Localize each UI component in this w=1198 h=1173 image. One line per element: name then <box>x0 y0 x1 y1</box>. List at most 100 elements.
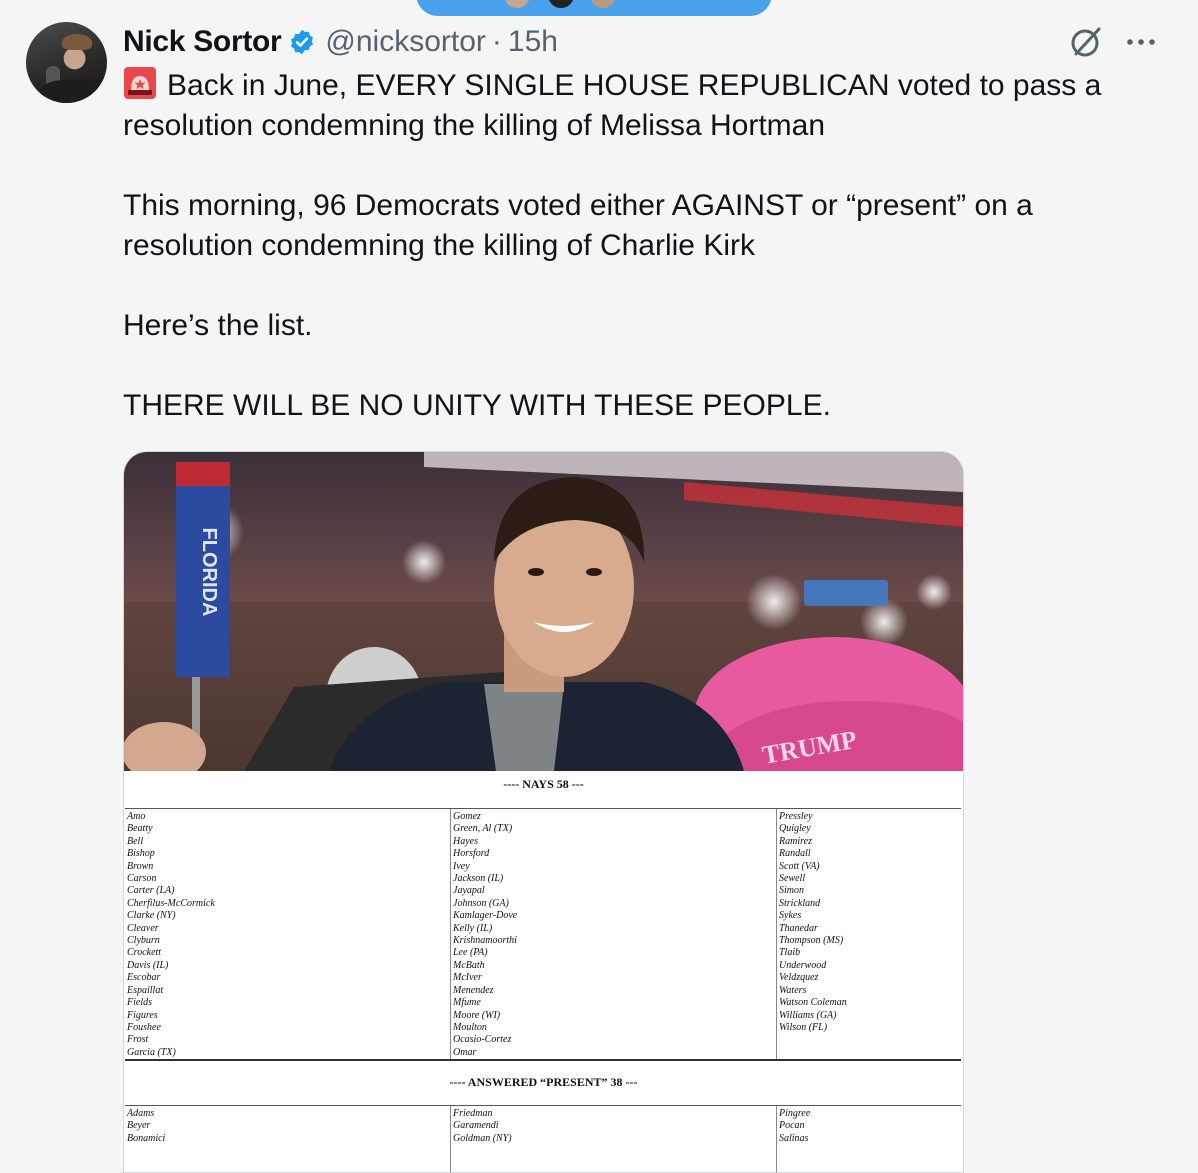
column-divider <box>776 809 777 1059</box>
member-name: Lee (PA) <box>453 947 488 959</box>
member-name: Horsford <box>453 848 490 860</box>
member-name: Ocasio-Cortez <box>453 1034 512 1046</box>
photo-charlie-kirk[interactable]: FLORIDA TRUMP <box>124 452 963 771</box>
member-name: Williams (GA) <box>779 1009 837 1021</box>
nays-column-1: Amo Beatty Bell Bishop Brown Carson Cart… <box>127 811 215 1059</box>
member-name: Sykes <box>779 910 802 922</box>
member-name: Frost <box>127 1034 149 1046</box>
member-name: Strickland <box>779 897 821 909</box>
member-name: Thompson (MS) <box>779 935 844 947</box>
member-name: Amo <box>127 811 146 822</box>
member-name: Fields <box>127 997 152 1009</box>
nays-column-2: Gomez Green, Al (TX) Hayes Horsford Ivey… <box>453 811 517 1059</box>
member-name: Salinas <box>779 1132 809 1144</box>
member-name: Beatty <box>127 823 153 835</box>
tweet-text: Back in June, EVERY SINGLE HOUSE REPUBLI… <box>123 66 1163 426</box>
member-name: Bonamici <box>127 1132 166 1144</box>
member-name: Ramirez <box>779 835 812 847</box>
vote-list-document: ---- NAYS 58 --- Amo Beatty Bell Bishop … <box>124 771 963 1172</box>
member-name: Pocan <box>779 1120 805 1132</box>
member-name: Garamendi <box>453 1120 499 1132</box>
member-name: Pingree <box>779 1108 811 1119</box>
member-name: Kelly (IL) <box>453 922 493 934</box>
tweet-line-2: This morning, 96 Democrats voted either … <box>123 189 1033 262</box>
post-time[interactable]: 15h <box>508 25 558 59</box>
member-name: McBath <box>453 959 485 971</box>
separator-dot: · <box>491 25 502 58</box>
grok-icon[interactable] <box>1068 24 1104 60</box>
tweet-line-4: THERE WILL BE NO UNITY WITH THESE PEOPLE… <box>123 389 831 422</box>
nays-column-3: Pressley Quigley Ramirez Randall Scott (… <box>779 811 847 1034</box>
avatar[interactable] <box>26 22 107 103</box>
tweet-line-1: Back in June, EVERY SINGLE HOUSE REPUBLI… <box>123 69 1102 142</box>
member-name: Cherfilus-McCormick <box>127 897 215 909</box>
member-name: Underwood <box>779 959 827 971</box>
member-name: Johnson (GA) <box>453 897 509 909</box>
author-name[interactable]: Nick Sortor <box>123 25 282 59</box>
member-name: McIver <box>453 972 482 984</box>
member-name: Green, Al (TX) <box>453 823 513 835</box>
member-name: Menendez <box>453 984 494 996</box>
new-posts-pill[interactable] <box>416 0 772 16</box>
member-name: Bell <box>127 835 144 847</box>
member-name: Clyburn <box>127 935 160 947</box>
tweet-media[interactable]: FLORIDA TRUMP ---- NAYS 58 --- Amo Beatt… <box>123 451 964 1173</box>
member-name: Espaillat <box>127 984 164 996</box>
member-name: Watson Coleman <box>779 997 847 1009</box>
member-name: Brown <box>127 860 154 872</box>
member-name: Jayapal <box>453 885 485 897</box>
present-column-1: Adams Beyer Bonamici <box>127 1108 165 1145</box>
author-handle[interactable]: @nicksortor <box>325 25 486 59</box>
member-name: Wilson (FL) <box>779 1021 828 1033</box>
member-name: Krishnamoorthi <box>453 935 517 947</box>
tweet-paragraph-1: Back in June, EVERY SINGLE HOUSE REPUBLI… <box>123 66 1163 146</box>
member-name: Quigley <box>779 823 811 835</box>
member-name: Scott (VA) <box>779 860 820 872</box>
member-name: Foushee <box>127 1021 161 1033</box>
member-name: Mfume <box>453 997 481 1009</box>
tweet-header: Nick Sortor @nicksortor · 15h <box>123 22 558 62</box>
member-name: Pressley <box>779 811 813 822</box>
more-options-icon[interactable] <box>1124 28 1158 56</box>
member-name: Sewell <box>779 873 806 885</box>
member-name: Davis (IL) <box>127 959 169 971</box>
member-name: Cleaver <box>127 922 159 934</box>
nays-header: ---- NAYS 58 --- <box>503 777 584 791</box>
present-column-3: Pingree Pocan Salinas <box>779 1108 810 1145</box>
member-name: Jackson (IL) <box>453 873 504 885</box>
member-name: Waters <box>779 984 807 996</box>
member-name: Omar <box>453 1046 477 1058</box>
verified-badge-icon <box>291 29 314 55</box>
member-name: Simon <box>779 885 804 897</box>
member-name: Bishop <box>127 848 155 860</box>
tweet-line-3: Here’s the list. <box>123 309 313 342</box>
member-name: Randall <box>779 848 811 860</box>
present-column-2: Friedman Garamendi Goldman (NY) <box>453 1108 512 1145</box>
pill-avatar-3 <box>588 0 618 10</box>
pill-avatar-2 <box>546 0 576 10</box>
rotating-light-emoji-icon <box>124 67 156 99</box>
member-name: Garcia (TX) <box>127 1046 176 1058</box>
member-name: Ivey <box>453 860 470 872</box>
member-name: Thanedar <box>779 922 818 934</box>
member-name: Crockett <box>127 947 162 959</box>
member-name: Gomez <box>453 811 481 822</box>
member-name: Goldman (NY) <box>453 1132 512 1144</box>
column-divider <box>776 1106 777 1172</box>
member-name: Escobar <box>127 972 161 984</box>
member-name: Moore (WI) <box>453 1009 501 1021</box>
nays-list: Amo Beatty Bell Bishop Brown Carson Cart… <box>125 808 961 1061</box>
member-name: Adams <box>127 1108 155 1119</box>
present-list: Adams Beyer Bonamici Friedman Garamendi … <box>125 1105 961 1172</box>
florida-sign-text: FLORIDA <box>198 528 220 617</box>
member-name: Veldzquez <box>779 972 819 984</box>
present-header: ---- ANSWERED “PRESENT” 38 --- <box>449 1075 638 1089</box>
member-name: Tlaib <box>779 947 801 959</box>
member-name: Hayes <box>453 835 478 847</box>
member-name: Kamlager-Dove <box>453 910 518 922</box>
member-name: Moulton <box>453 1021 487 1033</box>
member-name: Carter (LA) <box>127 885 175 897</box>
pill-avatar-1 <box>502 0 532 10</box>
column-divider <box>450 1106 451 1172</box>
column-divider <box>450 809 451 1059</box>
